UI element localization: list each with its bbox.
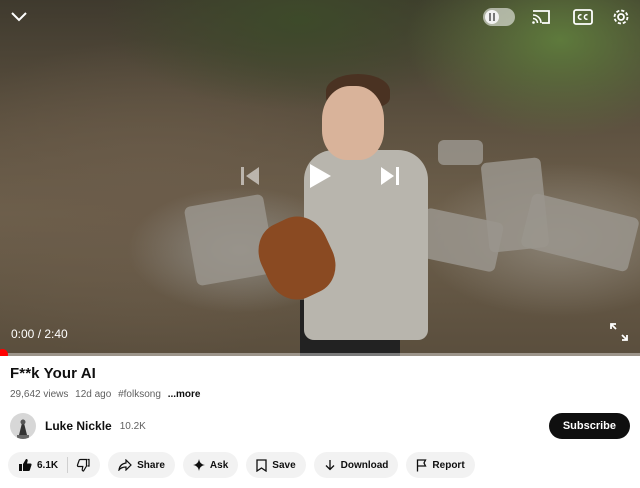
chevron-down-icon[interactable] [8, 6, 30, 28]
ask-button[interactable]: Ask [182, 452, 239, 478]
person-head [322, 86, 384, 160]
report-label: Report [432, 459, 465, 471]
like-button[interactable]: 6.1K [8, 452, 67, 478]
video-meta[interactable]: 29,642 views 12d ago #folksong ...more [10, 389, 204, 400]
previous-icon[interactable] [232, 160, 268, 192]
report-button[interactable]: Report [406, 452, 475, 478]
share-label: Share [137, 459, 165, 471]
fullscreen-icon[interactable] [610, 323, 628, 341]
channel-name[interactable]: Luke Nickle [45, 419, 112, 433]
hashtag[interactable]: #folksong [118, 389, 161, 400]
next-icon[interactable] [372, 160, 408, 192]
like-count: 6.1K [37, 459, 59, 471]
ask-label: Ask [209, 459, 229, 471]
avatar[interactable] [10, 413, 36, 439]
download-label: Download [340, 459, 389, 471]
download-button[interactable]: Download [313, 452, 399, 478]
bookmark-icon [256, 458, 267, 472]
save-label: Save [272, 459, 296, 471]
action-bar: 6.1K Share Ask Save Download Report [8, 452, 483, 478]
upload-age: 12d ago [75, 389, 112, 400]
time-display: 0:00 / 2:40 [11, 327, 68, 341]
progress-bar[interactable] [0, 349, 640, 356]
video-player[interactable]: 0:00 / 2:40 [0, 0, 640, 356]
play-icon[interactable] [302, 160, 338, 192]
like-dislike-group: 6.1K [8, 452, 101, 478]
captions-icon[interactable] [572, 6, 594, 28]
sparkle-icon [192, 459, 205, 471]
flag-icon [417, 458, 427, 471]
scrubber-handle[interactable] [0, 349, 8, 356]
gear-icon[interactable] [610, 6, 632, 28]
share-button[interactable]: Share [108, 452, 175, 478]
autoplay-toggle[interactable] [483, 6, 515, 28]
autoplay-track [483, 8, 515, 26]
download-icon [325, 459, 335, 470]
subscribe-button[interactable]: Subscribe [548, 413, 630, 439]
more-link[interactable]: ...more [168, 389, 201, 400]
subscriber-count: 10.2K [119, 420, 146, 432]
scene-rock [438, 140, 483, 165]
video-title: F**k Your AI [10, 365, 96, 382]
pause-icon [485, 10, 499, 24]
thumbs-up-icon [19, 459, 32, 471]
scene-rock [519, 192, 640, 273]
view-count: 29,642 views [10, 389, 69, 400]
save-button[interactable]: Save [246, 452, 306, 478]
cast-icon[interactable] [530, 6, 552, 28]
thumbs-down-icon [76, 458, 90, 472]
share-icon [118, 459, 132, 471]
dislike-button[interactable] [68, 452, 100, 478]
channel-row: Luke Nickle 10.2K Subscribe [10, 412, 630, 440]
